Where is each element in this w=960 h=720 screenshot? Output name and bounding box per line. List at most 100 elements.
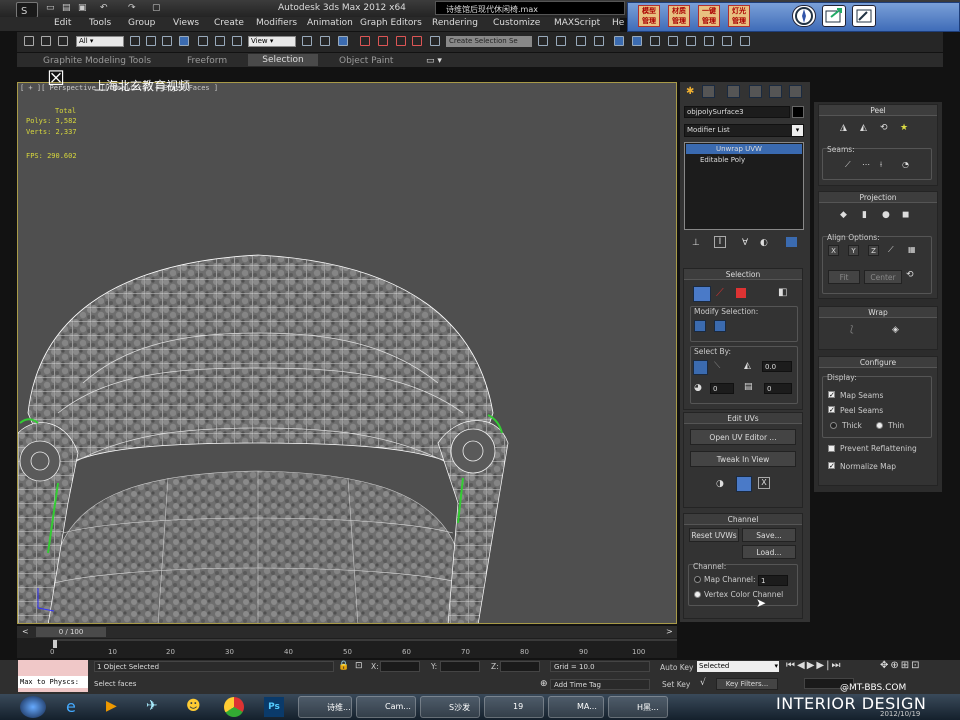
rendered-frame-icon[interactable]	[686, 36, 696, 46]
map-seams-checkbox[interactable]: ✓	[828, 391, 835, 399]
menu-create[interactable]: Create	[214, 18, 244, 28]
add-time-tag-button[interactable]: Add Time Tag	[550, 679, 650, 690]
align-x-button[interactable]: X	[828, 245, 839, 256]
tweak-in-view-button[interactable]: Tweak In View	[690, 451, 796, 467]
modify-tab-icon[interactable]	[702, 85, 715, 98]
mirror-icon[interactable]	[538, 36, 548, 46]
edit-uvs-title[interactable]: Edit UVs	[684, 413, 802, 424]
make-unique-icon[interactable]: ∀	[742, 238, 748, 248]
set-key-button[interactable]: Set Key	[662, 680, 690, 689]
select-by-element-icon[interactable]: ⟍	[714, 361, 720, 371]
show-end-result-icon[interactable]: I	[714, 236, 726, 248]
x-field[interactable]	[380, 661, 420, 672]
task-camtasia[interactable]: Cam...	[356, 696, 416, 718]
element-select-icon[interactable]: ◧	[778, 287, 787, 298]
thin-radio[interactable]	[876, 422, 883, 429]
new-icon[interactable]: ▭	[46, 3, 55, 13]
undo-icon[interactable]: ↶	[100, 3, 108, 13]
unlink-icon[interactable]	[41, 36, 51, 46]
task-3dsmax[interactable]: 诗维...	[298, 696, 352, 718]
object-color-swatch[interactable]	[792, 106, 804, 118]
render-iterative-icon[interactable]	[722, 36, 732, 46]
export-icon[interactable]	[822, 5, 846, 27]
task-max[interactable]: MA...	[548, 696, 604, 718]
plugin-light-button[interactable]: 灯光 管理	[728, 5, 750, 27]
stack-item-editable-poly[interactable]: Editable Poly	[686, 155, 802, 165]
render-setup-icon[interactable]	[668, 36, 678, 46]
planar-angle-icon[interactable]: ◭	[744, 361, 751, 371]
task-folder-h[interactable]: H黑...	[608, 696, 668, 718]
render-production-icon[interactable]	[704, 36, 714, 46]
remove-modifier-icon[interactable]: ◐	[760, 238, 768, 248]
z-field[interactable]	[500, 661, 540, 672]
menu-graph-editors[interactable]: Graph Editors	[360, 18, 422, 28]
tab-graphite-modeling[interactable]: Graphite Modeling Tools	[43, 56, 151, 66]
pin-stack-icon[interactable]: ⊥	[692, 238, 700, 248]
task-folder-sofa[interactable]: S沙发	[420, 696, 480, 718]
spherical-map-icon[interactable]: ●	[882, 210, 890, 220]
planar-angle-spinner[interactable]: 0.0	[762, 361, 792, 372]
material-editor-icon[interactable]	[650, 36, 660, 46]
auto-key-button[interactable]: Auto Key	[660, 663, 693, 672]
align-icon[interactable]	[556, 36, 566, 46]
graphite-toggle-icon[interactable]	[594, 36, 604, 46]
fit-button[interactable]: Fit	[828, 270, 860, 284]
channel-title[interactable]: Channel	[684, 514, 802, 525]
vertex-color-channel-radio[interactable]	[694, 591, 701, 598]
map-channel-spinner[interactable]: 1	[758, 575, 788, 586]
open-uv-editor-button[interactable]: Open UV Editor ...	[690, 429, 796, 445]
keyboard-shortcut-icon[interactable]	[338, 36, 348, 46]
link-icon[interactable]	[24, 36, 34, 46]
viewport-nav-icons[interactable]: ✥⊕⊞⊡	[880, 660, 922, 671]
time-slider-next-icon[interactable]: >	[666, 627, 673, 636]
move-icon[interactable]	[198, 36, 208, 46]
photoshop-icon[interactable]: Ps	[264, 697, 284, 717]
edit-seams-icon[interactable]: ⟋	[845, 160, 851, 170]
perspective-viewport[interactable]	[17, 82, 677, 624]
configure-sets-icon[interactable]	[786, 237, 797, 247]
save-uvw-button[interactable]: Save...	[742, 528, 796, 542]
polygon-select-icon[interactable]	[736, 288, 746, 298]
time-slider-thumb[interactable]: 0 / 100	[36, 627, 106, 637]
menu-rendering[interactable]: Rendering	[432, 18, 478, 28]
qq-icon[interactable]: ☻	[186, 698, 201, 714]
open-icon[interactable]: ▤	[62, 3, 71, 13]
menu-edit[interactable]: Edit	[54, 18, 71, 28]
named-selection-set-dropdown[interactable]: Create Selection Se	[446, 36, 532, 47]
key-mode-dropdown[interactable]: Selected ▾	[697, 661, 779, 672]
cylindrical-map-icon[interactable]: ▮	[862, 210, 867, 220]
select-by-smoothing-icon[interactable]: ◕	[694, 383, 702, 393]
unfold-mapping-icon[interactable]: ◈	[892, 325, 899, 335]
prevent-reflattening-checkbox[interactable]	[828, 445, 835, 452]
menu-help[interactable]: He	[612, 18, 624, 28]
scale-icon[interactable]	[232, 36, 242, 46]
menu-tools[interactable]: Tools	[89, 18, 111, 28]
selection-filter-dropdown[interactable]: All ▾	[76, 36, 124, 47]
thick-radio[interactable]	[830, 422, 837, 429]
messenger-icon[interactable]: ✈	[146, 698, 158, 714]
absolute-mode-icon[interactable]: ⊡	[355, 661, 363, 671]
material-id-icon[interactable]: ▤	[744, 382, 753, 392]
edit-named-sel-icon[interactable]	[430, 36, 440, 46]
peel-title[interactable]: Peel	[819, 105, 937, 116]
grow-selection-icon[interactable]	[694, 320, 706, 332]
ie-icon[interactable]: e	[66, 697, 76, 716]
activeshade-icon[interactable]	[740, 36, 750, 46]
menu-views[interactable]: Views	[173, 18, 199, 28]
spinner-snap-icon[interactable]	[412, 36, 422, 46]
percent-snap-icon[interactable]	[396, 36, 406, 46]
normalize-map-checkbox[interactable]: ✓	[828, 462, 835, 470]
y-field[interactable]	[440, 661, 480, 672]
angle-snap-icon[interactable]	[378, 36, 388, 46]
create-tab-icon[interactable]: ✱	[686, 86, 694, 97]
ribbon-options-icon[interactable]: ▭ ▾	[426, 56, 442, 66]
peel-seams-checkbox[interactable]: ✓	[828, 406, 835, 414]
modifier-list-dropdown[interactable]: Modifier List ▾	[684, 124, 804, 137]
rotate-icon[interactable]	[215, 36, 225, 46]
quick-peel-tool-icon[interactable]: ◮	[840, 123, 847, 133]
plugin-model-button[interactable]: 模型 管理	[638, 5, 660, 27]
time-slider[interactable]	[17, 626, 677, 638]
menu-animation[interactable]: Animation	[307, 18, 353, 28]
quick-planar-map-icon[interactable]: ◑	[716, 479, 724, 489]
motion-tab-icon[interactable]	[749, 85, 762, 98]
